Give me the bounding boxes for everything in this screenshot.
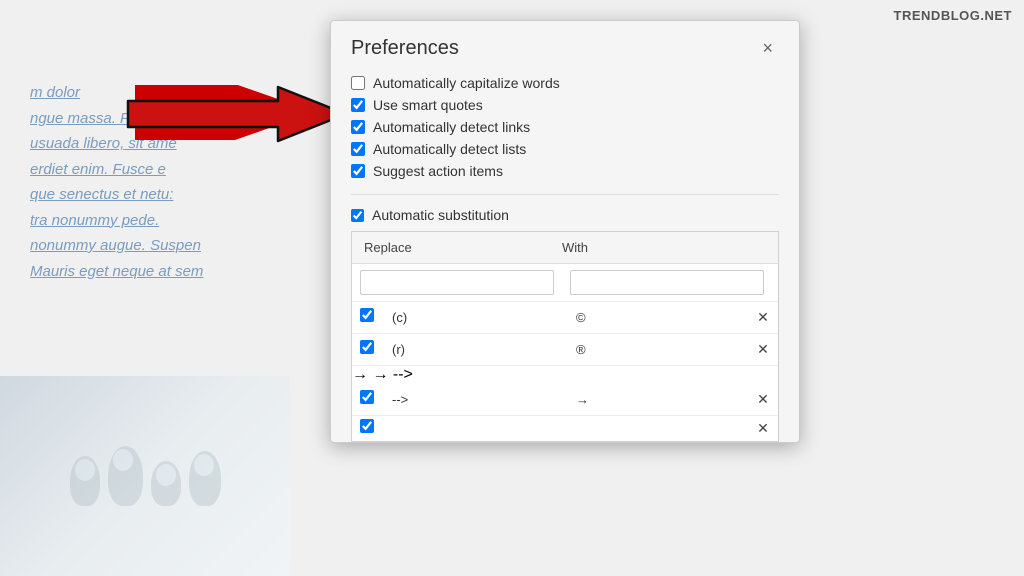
detect-links-label: Automatically detect links: [373, 119, 530, 135]
smart-quotes-label: Use smart quotes: [373, 97, 483, 113]
row-checkbox-container: [352, 308, 380, 327]
row-checkbox-r[interactable]: [360, 340, 374, 354]
detect-lists-checkbox[interactable]: [351, 142, 365, 156]
detect-lists-label: Automatically detect lists: [373, 141, 526, 157]
dialog-header: Preferences ×: [331, 21, 799, 68]
header-with: With: [550, 232, 748, 263]
auto-substitution-checkbox[interactable]: [351, 209, 364, 222]
action-items-checkbox[interactable]: [351, 164, 365, 178]
checkbox-item-auto-capitalize: Automatically capitalize words: [351, 72, 779, 94]
detect-links-checkbox[interactable]: [351, 120, 365, 134]
table-header: Replace With: [352, 232, 778, 264]
row-checkbox-container: [352, 419, 380, 438]
preferences-dialog: Preferences × Automatically capitalize w…: [330, 20, 800, 443]
row-checkbox-container: [352, 390, 380, 409]
checkbox-item-detect-links: Automatically detect links: [351, 116, 779, 138]
auto-capitalize-checkbox[interactable]: [351, 76, 365, 90]
auto-substitution-item: Automatic substitution: [351, 203, 779, 231]
table-row: --> → ✕: [352, 384, 778, 416]
row-with-extra: [564, 421, 748, 437]
separator: [351, 194, 779, 195]
new-with-input[interactable]: [570, 270, 764, 295]
header-action: [748, 232, 778, 263]
row-checkbox-arrow[interactable]: [360, 390, 374, 404]
row-delete-extra[interactable]: ✕: [748, 416, 778, 441]
dialog-body: Automatically capitalize words Use smart…: [331, 68, 799, 442]
checkbox-list: Automatically capitalize words Use smart…: [351, 72, 779, 182]
checkbox-item-detect-lists: Automatically detect lists: [351, 138, 779, 160]
smart-quotes-checkbox[interactable]: [351, 98, 365, 112]
table-row: (r) ® ✕: [352, 334, 778, 366]
row-replace-arrow: -->: [380, 384, 564, 415]
checkbox-item-action-items: Suggest action items: [351, 160, 779, 182]
new-substitution-row: [352, 264, 778, 302]
substitution-table[interactable]: Replace With (c) © ✕: [351, 231, 779, 442]
table-row-partial: ✕: [352, 416, 778, 441]
row-delete-c[interactable]: ✕: [748, 305, 778, 330]
row-delete-arrow[interactable]: ✕: [748, 387, 778, 412]
row-checkbox-container: [352, 340, 380, 359]
empty-action: [772, 264, 779, 301]
watermark: TRENDBLOG.NET: [894, 8, 1012, 23]
row-delete-r[interactable]: ✕: [748, 337, 778, 362]
row-replace-c: (c): [380, 302, 564, 333]
dialog-title: Preferences: [351, 37, 459, 60]
row-replace-r: (r): [380, 334, 564, 365]
row-with-arrow: →: [564, 384, 748, 415]
row-replace-extra: [380, 421, 564, 437]
row-checkbox-c[interactable]: [360, 308, 374, 322]
auto-substitution-label: Automatic substitution: [372, 207, 509, 223]
checkbox-item-smart-quotes: Use smart quotes: [351, 94, 779, 116]
dialog-overlay: Preferences × Automatically capitalize w…: [0, 0, 1024, 576]
table-row: (c) © ✕: [352, 302, 778, 334]
new-replace-input[interactable]: [360, 270, 554, 295]
row-with-c: ©: [564, 302, 748, 333]
row-checkbox-extra[interactable]: [360, 419, 374, 433]
action-items-label: Suggest action items: [373, 163, 503, 179]
header-replace: Replace: [352, 232, 550, 263]
auto-capitalize-label: Automatically capitalize words: [373, 75, 560, 91]
close-button[interactable]: ×: [756, 37, 779, 59]
row-with-r: ®: [564, 334, 748, 365]
